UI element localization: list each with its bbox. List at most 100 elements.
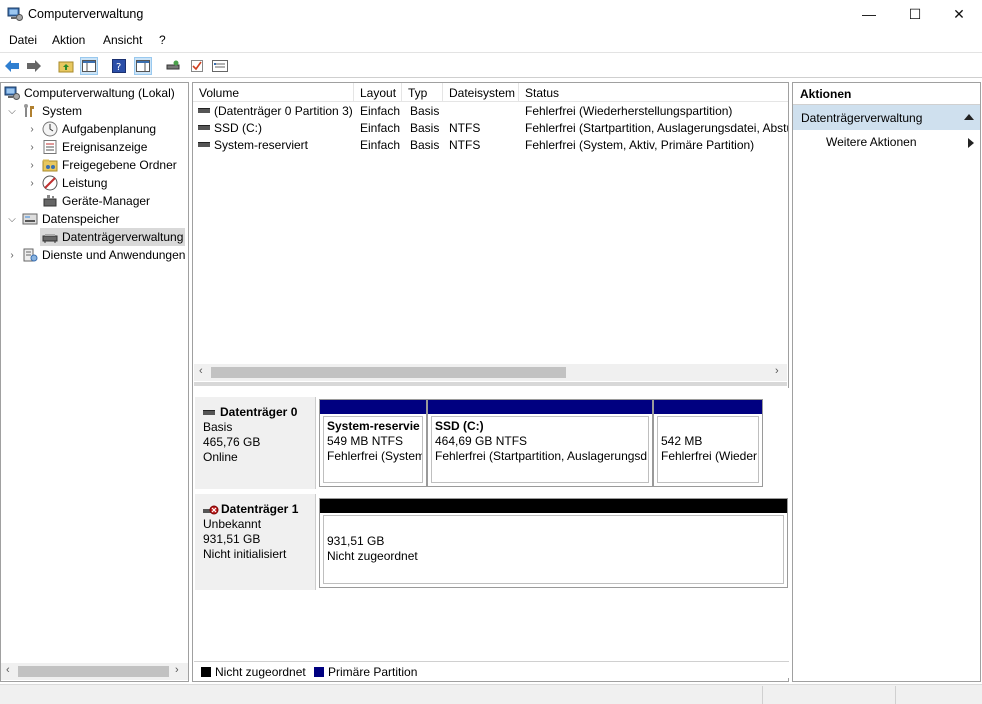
- disk-0-info[interactable]: Datenträger 0 Basis 465,76 GB Online: [195, 397, 316, 489]
- column-layout[interactable]: Layout: [354, 83, 402, 102]
- status-cell: Fehlerfrei (System, Aktiv, Primäre Parti…: [525, 138, 755, 152]
- partition-recovery[interactable]: 542 MB Fehlerfrei (Wieder: [653, 399, 763, 487]
- scrollbar-thumb[interactable]: [211, 367, 566, 378]
- partition-status: Fehlerfrei (Startpartition, Auslagerungs…: [435, 449, 648, 463]
- disk-state: Nicht initialisiert: [203, 547, 287, 561]
- chevron-right-icon[interactable]: ›: [26, 159, 38, 171]
- tree-item-datentraegerverwaltung[interactable]: Datenträgerverwaltung: [40, 228, 186, 246]
- tree-item-leistung[interactable]: › Leistung: [26, 174, 107, 192]
- more-actions-item[interactable]: Weitere Aktionen: [793, 132, 980, 152]
- disk-name: Datenträger 0: [220, 405, 298, 419]
- collapse-up-icon[interactable]: [964, 114, 974, 120]
- column-status[interactable]: Status: [519, 83, 788, 102]
- partition-color-bar: [428, 400, 652, 414]
- chevron-down-icon[interactable]: ⌵: [6, 213, 18, 225]
- layout-cell: Einfach: [360, 138, 401, 152]
- typ-cell: Basis: [410, 121, 440, 135]
- column-volume[interactable]: Volume: [193, 83, 354, 102]
- volume-icon: [198, 125, 210, 131]
- volume-cell: SSD (C:): [198, 121, 354, 135]
- tree-item-freigegebene-ordner[interactable]: › Freigegebene Ordner: [26, 156, 177, 174]
- back-arrow-icon: [5, 60, 19, 72]
- legend-swatch-primary: [314, 667, 324, 677]
- tree-item-datenspeicher[interactable]: ⌵ Datenspeicher: [6, 210, 119, 228]
- minimize-button[interactable]: —: [846, 0, 892, 28]
- menu-help[interactable]: ?: [159, 33, 166, 47]
- scroll-left-icon[interactable]: ‹: [6, 664, 10, 676]
- actions-header: Aktionen: [793, 83, 980, 105]
- status-cell: Fehlerfrei (Wiederherstellungspartition): [525, 104, 733, 118]
- back-button[interactable]: [3, 57, 21, 75]
- tree-item-label: Freigegebene Ordner: [62, 158, 177, 172]
- disk-1-info[interactable]: Datenträger 1 Unbekannt 931,51 GB Nicht …: [195, 494, 316, 590]
- close-icon: ✕: [953, 5, 965, 22]
- device-manager-icon: [42, 193, 58, 209]
- tree-item-label: System: [42, 104, 83, 118]
- properties-list-button[interactable]: [211, 57, 229, 75]
- menu-ansicht[interactable]: Ansicht: [103, 33, 142, 47]
- menu-datei[interactable]: Datei: [9, 33, 37, 47]
- partition-details: SSD (C:) 464,69 GB NTFS Fehlerfrei (Star…: [431, 416, 649, 483]
- tree-item-aufgabenplanung[interactable]: › Aufgabenplanung: [26, 120, 156, 138]
- partition-status: Fehlerfrei (Wieder: [661, 449, 758, 463]
- volume-name: (Datenträger 0 Partition 3): [214, 104, 353, 118]
- tree-item-dienste-und-anwendungen[interactable]: › Dienste und Anwendungen: [6, 246, 185, 264]
- chevron-right-icon[interactable]: ›: [6, 249, 18, 261]
- maximize-button[interactable]: ☐: [892, 0, 938, 28]
- partition-ssd-c[interactable]: SSD (C:) 464,69 GB NTFS Fehlerfrei (Star…: [427, 399, 653, 487]
- tree-root[interactable]: Computerverwaltung (Lokal): [4, 84, 175, 102]
- table-row[interactable]: SSD (C:) Einfach Basis NTFS Fehlerfrei (…: [193, 120, 788, 137]
- partition-details: 542 MB Fehlerfrei (Wieder: [657, 416, 759, 483]
- partition-system-reserviert[interactable]: System-reservie 549 MB NTFS Fehlerfrei (…: [319, 399, 427, 487]
- disk-error-icon: [203, 505, 219, 514]
- chevron-right-icon[interactable]: ›: [26, 123, 38, 135]
- pane-splitter[interactable]: [194, 382, 787, 386]
- scroll-right-icon[interactable]: ›: [175, 664, 179, 676]
- tree-item-geraete-manager[interactable]: Geräte-Manager: [42, 192, 150, 210]
- typ-cell: Basis: [410, 138, 440, 152]
- disk-icon: [203, 410, 215, 415]
- column-dateisystem[interactable]: Dateisystem: [443, 83, 519, 102]
- submenu-arrow-icon: [968, 138, 974, 148]
- chevron-down-icon[interactable]: ⌵: [6, 105, 18, 117]
- menu-aktion[interactable]: Aktion: [52, 33, 85, 47]
- partition-name: SSD (C:): [435, 419, 484, 433]
- help-button[interactable]: ?: [110, 57, 128, 75]
- minimize-icon: —: [862, 6, 876, 22]
- partition-color-bar: [654, 400, 762, 414]
- column-typ[interactable]: Typ: [402, 83, 443, 102]
- partition-unallocated[interactable]: 931,51 GB Nicht zugeordnet: [319, 498, 788, 588]
- scroll-left-icon[interactable]: ‹: [199, 365, 203, 377]
- chevron-right-icon[interactable]: ›: [26, 177, 38, 189]
- tree-item-system[interactable]: ⌵ System: [6, 102, 82, 120]
- close-button[interactable]: ✕: [936, 0, 982, 28]
- partition-status: Nicht zugeordnet: [327, 549, 418, 563]
- forward-button[interactable]: [25, 57, 43, 75]
- dateisystem-cell: NTFS: [449, 121, 481, 135]
- show-hide-tree-button[interactable]: [80, 57, 98, 75]
- partition-status: Fehlerfrei (System: [327, 449, 423, 463]
- shared-folder-icon: [42, 157, 58, 173]
- tree-item-label: Dienste und Anwendungen: [42, 248, 186, 262]
- scrollbar-thumb[interactable]: [18, 666, 169, 677]
- show-action-pane-button[interactable]: [134, 57, 152, 75]
- tree-horizontal-scrollbar[interactable]: ‹ ›: [1, 663, 188, 680]
- actions-section-disk-management[interactable]: Datenträgerverwaltung: [793, 105, 980, 130]
- disk-connect-icon: [166, 60, 180, 70]
- volume-list-horizontal-scrollbar[interactable]: ‹ ›: [194, 364, 787, 381]
- legend-label: Nicht zugeordnet: [215, 665, 306, 679]
- volume-list-header: Volume Layout Typ Dateisystem Status: [193, 83, 788, 102]
- table-row[interactable]: System-reserviert Einfach Basis NTFS Feh…: [193, 137, 788, 154]
- partition-details: 931,51 GB Nicht zugeordnet: [323, 515, 784, 584]
- disk-management-pane: Volume Layout Typ Dateisystem Status (Da…: [192, 82, 789, 682]
- tree-item-ereignisanzeige[interactable]: › Ereignisanzeige: [26, 138, 147, 156]
- scroll-right-icon[interactable]: ›: [775, 365, 779, 377]
- connect-button[interactable]: [164, 57, 182, 75]
- performance-icon: [42, 175, 58, 191]
- status-separator: [762, 686, 763, 704]
- disk-graphical-view: Datenträger 0 Basis 465,76 GB Online Sys…: [194, 388, 789, 678]
- up-folder-button[interactable]: [57, 57, 75, 75]
- table-row[interactable]: (Datenträger 0 Partition 3) Einfach Basi…: [193, 103, 788, 120]
- properties-button[interactable]: [188, 57, 206, 75]
- chevron-right-icon[interactable]: ›: [26, 141, 38, 153]
